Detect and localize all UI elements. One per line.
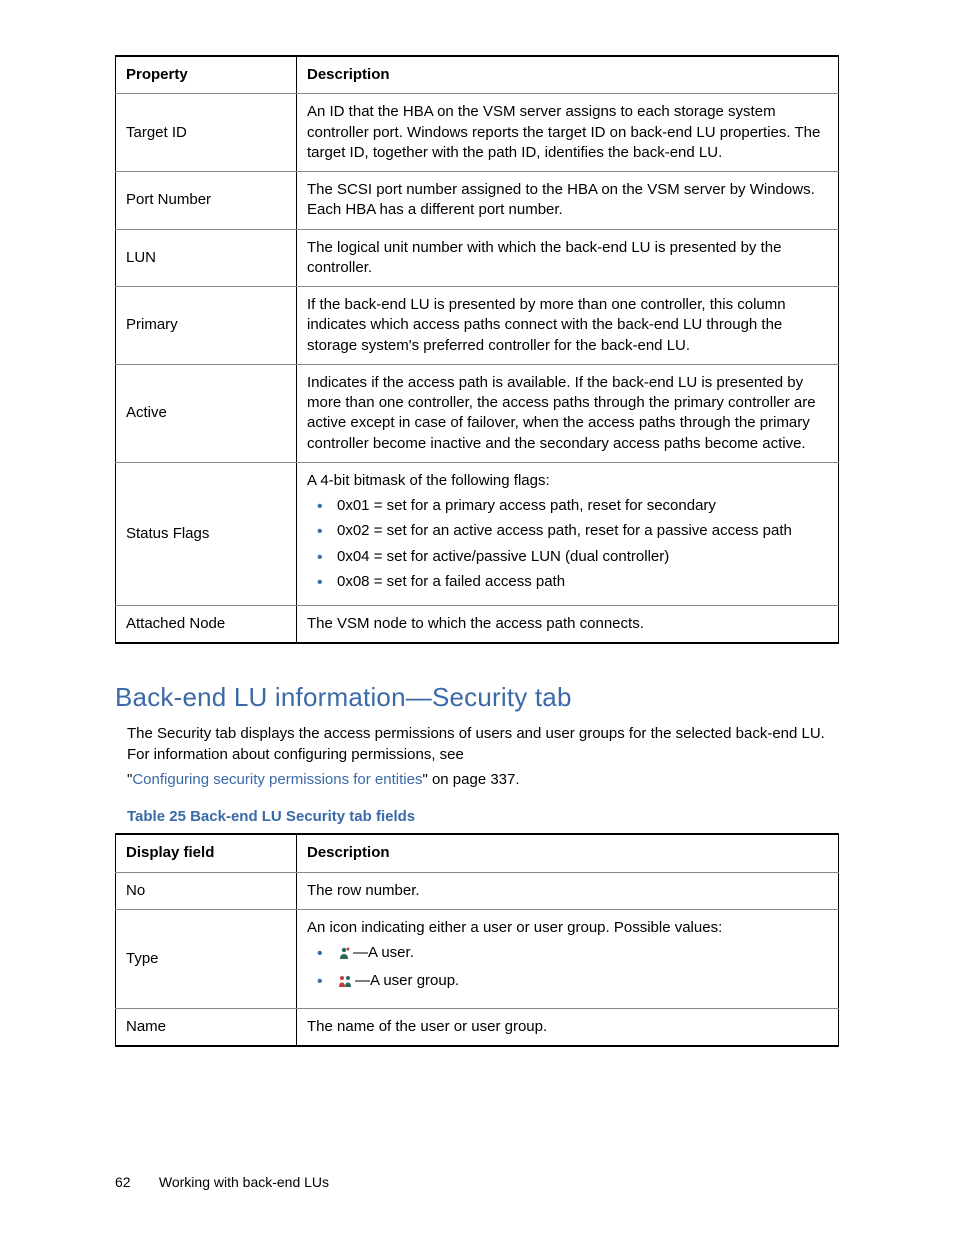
table-row: LUN The logical unit number with which t… [116, 229, 839, 287]
footer-title: Working with back-end LUs [159, 1174, 329, 1190]
flags-list: 0x01 = set for a primary access path, re… [307, 496, 828, 592]
property-cell: Port Number [116, 172, 297, 230]
body-paragraph: The Security tab displays the access per… [127, 723, 839, 765]
description-cell: The SCSI port number assigned to the HBA… [297, 172, 839, 230]
list-item: 0x01 = set for a primary access path, re… [325, 496, 828, 516]
user-group-icon [337, 974, 353, 994]
table-row: Active Indicates if the access path is a… [116, 364, 839, 462]
description-cell: If the back-end LU is presented by more … [297, 287, 839, 365]
list-item: 0x04 = set for active/passive LUN (dual … [325, 547, 828, 567]
type-list: —A user. —A user group. [307, 943, 828, 995]
description-cell: Indicates if the access path is availabl… [297, 364, 839, 462]
table-header-description: Description [297, 56, 839, 94]
table-header-property: Property [116, 56, 297, 94]
table-row: Target ID An ID that the HBA on the VSM … [116, 94, 839, 172]
section-heading: Back-end LU information—Security tab [115, 682, 839, 713]
table-row: No The row number. [116, 872, 839, 909]
list-item: —A user group. [325, 971, 828, 994]
table-row: Primary If the back-end LU is presented … [116, 287, 839, 365]
document-page: Property Description Target ID An ID tha… [0, 0, 954, 1235]
security-fields-table: Display field Description No The row num… [115, 833, 839, 1047]
table-row: Port Number The SCSI port number assigne… [116, 172, 839, 230]
user-icon [337, 946, 351, 966]
user-text: —A user. [353, 944, 414, 961]
list-item: —A user. [325, 943, 828, 966]
description-cell: The VSM node to which the access path co… [297, 606, 839, 644]
property-cell: LUN [116, 229, 297, 287]
properties-table: Property Description Target ID An ID tha… [115, 55, 839, 644]
table-header-description: Description [297, 834, 839, 872]
page-number: 62 [115, 1174, 155, 1190]
page-footer: 62 Working with back-end LUs [115, 1174, 329, 1190]
property-cell: Active [116, 364, 297, 462]
field-cell: Name [116, 1008, 297, 1046]
property-cell: Status Flags [116, 462, 297, 605]
description-cell: The name of the user or user group. [297, 1008, 839, 1046]
property-cell: Target ID [116, 94, 297, 172]
description-cell: An icon indicating either a user or user… [297, 909, 839, 1008]
table-caption: Table 25 Back-end LU Security tab fields [127, 808, 839, 825]
property-cell: Attached Node [116, 606, 297, 644]
link-suffix: " on page 337. [422, 771, 519, 788]
table-row: Name The name of the user or user group. [116, 1008, 839, 1046]
description-cell: An ID that the HBA on the VSM server ass… [297, 94, 839, 172]
list-item: 0x08 = set for a failed access path [325, 572, 828, 592]
body-link-line: "Configuring security permissions for en… [127, 769, 839, 790]
body-text: The Security tab displays the access per… [127, 725, 825, 763]
flags-intro: A 4-bit bitmask of the following flags: [307, 472, 550, 489]
list-item: 0x02 = set for an active access path, re… [325, 521, 828, 541]
table-row: Status Flags A 4-bit bitmask of the foll… [116, 462, 839, 605]
table-row: Type An icon indicating either a user or… [116, 909, 839, 1008]
description-cell: A 4-bit bitmask of the following flags: … [297, 462, 839, 605]
property-cell: Primary [116, 287, 297, 365]
permissions-link[interactable]: Configuring security permissions for ent… [132, 771, 422, 788]
body-block: The Security tab displays the access per… [127, 723, 839, 825]
description-cell: The row number. [297, 872, 839, 909]
table-row: Attached Node The VSM node to which the … [116, 606, 839, 644]
field-cell: No [116, 872, 297, 909]
table-header-display-field: Display field [116, 834, 297, 872]
field-cell: Type [116, 909, 297, 1008]
description-cell: The logical unit number with which the b… [297, 229, 839, 287]
group-text: —A user group. [355, 972, 459, 989]
type-intro: An icon indicating either a user or user… [307, 919, 722, 936]
